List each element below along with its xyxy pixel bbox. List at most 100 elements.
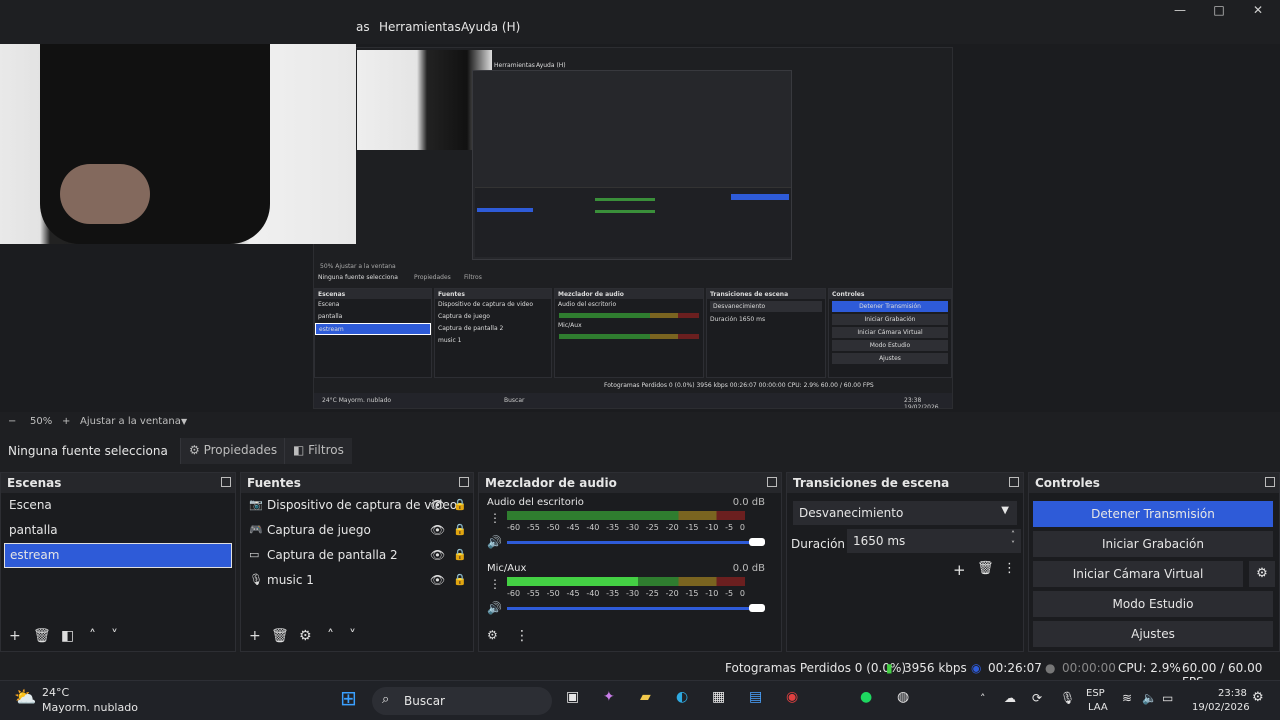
- add-transition-icon[interactable]: +: [953, 561, 966, 579]
- preview-canvas[interactable]: Herramientas Ayuda (H) 50% Ajustar a la …: [0, 44, 1280, 412]
- eye-icon[interactable]: 👁: [430, 573, 445, 587]
- settings-button[interactable]: Ajustes: [1033, 621, 1273, 647]
- lock-icon[interactable]: 🔒: [453, 498, 467, 511]
- menu-item-partial[interactable]: as: [356, 20, 370, 34]
- source-item[interactable]: 📷 Dispositivo de captura de video 👁 🔒: [241, 493, 473, 518]
- scene-item-estream[interactable]: estream: [4, 543, 232, 568]
- minimize-button[interactable]: —: [1162, 2, 1198, 18]
- speaker-icon[interactable]: 🔊: [487, 535, 502, 549]
- weather-temp[interactable]: 24°C: [42, 686, 69, 699]
- lock-icon[interactable]: 🔒: [453, 573, 467, 586]
- signal-icon: ▮: [886, 661, 893, 675]
- undock-icon[interactable]: [767, 477, 777, 487]
- scene-item-escena[interactable]: Escena: [1, 493, 235, 518]
- stop-streaming-button[interactable]: Detener Transmisión: [1033, 501, 1273, 527]
- cloud-icon[interactable]: ☁: [1004, 691, 1016, 705]
- undock-icon[interactable]: [1265, 477, 1275, 487]
- eye-icon[interactable]: 👁: [430, 548, 445, 562]
- undock-icon[interactable]: [459, 477, 469, 487]
- meter-tick-label: 0: [739, 589, 745, 598]
- move-down-icon[interactable]: ˅: [111, 628, 118, 644]
- lock-icon[interactable]: 🔒: [453, 523, 467, 536]
- audio-settings-icon[interactable]: ⚙: [487, 628, 498, 642]
- wifi-icon[interactable]: ≋: [1122, 691, 1132, 705]
- eye-icon[interactable]: 👁: [430, 523, 445, 537]
- add-source-icon[interactable]: +: [249, 628, 261, 644]
- menu-item-ayuda[interactable]: Ayuda (H): [461, 20, 520, 34]
- meter-tick-label: -40: [586, 523, 600, 532]
- close-button[interactable]: ✕: [1240, 2, 1276, 18]
- store-icon[interactable]: ▦: [712, 689, 725, 705]
- search-label: Buscar: [404, 694, 445, 708]
- volume-knob[interactable]: [749, 538, 765, 546]
- more-icon[interactable]: ⋮: [1003, 561, 1016, 576]
- language-layout[interactable]: LAA: [1088, 702, 1108, 713]
- fit-to-window[interactable]: Ajustar a la ventana: [80, 416, 181, 427]
- gear-icon[interactable]: ⚙: [299, 628, 312, 644]
- notification-icon[interactable]: ⚙: [1252, 690, 1264, 705]
- scene-item-pantalla[interactable]: pantalla: [1, 518, 235, 543]
- weather-desc[interactable]: Mayorm. nublado: [42, 701, 138, 714]
- gear-icon: ⚙: [189, 443, 200, 457]
- move-up-icon[interactable]: ˄: [327, 628, 334, 644]
- trash-icon[interactable]: 🗑: [33, 628, 51, 644]
- zoom-out-button[interactable]: −: [8, 416, 16, 427]
- move-down-icon[interactable]: ˅: [349, 628, 356, 644]
- scene-filter-icon[interactable]: ◧: [61, 628, 74, 644]
- volume-slider[interactable]: [507, 604, 765, 612]
- file-explorer-icon[interactable]: ▰: [640, 689, 651, 705]
- start-recording-button[interactable]: Iniciar Grabación: [1033, 531, 1273, 557]
- obs-icon[interactable]: ◍: [897, 689, 909, 705]
- move-up-icon[interactable]: ˄: [89, 628, 96, 644]
- language-code[interactable]: ESP: [1086, 688, 1105, 699]
- weather-icon[interactable]: ⛅: [14, 687, 36, 708]
- virtual-camera-gear-icon[interactable]: ⚙: [1249, 561, 1275, 587]
- volume-icon[interactable]: 🔈: [1142, 691, 1157, 705]
- trash-icon[interactable]: 🗑: [271, 628, 289, 644]
- spinner-icon[interactable]: ˄ ˅: [1011, 530, 1015, 550]
- spotify-icon[interactable]: ●: [860, 689, 872, 705]
- task-view-icon[interactable]: ▣: [566, 689, 579, 705]
- studio-mode-button[interactable]: Modo Estudio: [1033, 591, 1273, 617]
- clock-date[interactable]: 19/02/2026: [1192, 702, 1250, 713]
- eye-icon[interactable]: 👁: [430, 498, 445, 512]
- start-virtual-camera-button[interactable]: Iniciar Cámara Virtual: [1033, 561, 1243, 587]
- clock-time[interactable]: 23:38: [1218, 688, 1247, 699]
- volume-slider[interactable]: [507, 538, 765, 546]
- chevron-up-icon[interactable]: ˄: [980, 692, 986, 705]
- source-item[interactable]: ▭ Captura de pantalla 2 👁 🔒: [241, 543, 473, 568]
- speaker-icon[interactable]: 🔊: [487, 601, 502, 615]
- undock-icon[interactable]: [221, 477, 231, 487]
- zoom-in-button[interactable]: +: [62, 416, 70, 427]
- trash-icon[interactable]: 🗑: [977, 561, 994, 576]
- menu-item-herramientas[interactable]: Herramientas: [379, 20, 461, 34]
- windows-start-icon[interactable]: ⊞: [340, 686, 357, 710]
- duration-field[interactable]: 1650 ms ˄ ˅: [847, 529, 1021, 553]
- edge-icon[interactable]: ◐: [676, 689, 688, 705]
- add-scene-icon[interactable]: +: [9, 628, 21, 644]
- undock-icon[interactable]: [1009, 477, 1019, 487]
- maximize-button[interactable]: □: [1201, 2, 1237, 18]
- zoom-dropdown-icon[interactable]: ▼: [181, 417, 187, 426]
- chrome-icon[interactable]: ◉: [786, 689, 798, 705]
- copilot-icon[interactable]: ✦: [603, 689, 615, 705]
- more-icon[interactable]: ⋮: [489, 577, 501, 591]
- lock-icon[interactable]: 🔒: [453, 548, 467, 561]
- taskbar-search[interactable]: ⌕ Buscar: [372, 687, 552, 715]
- filters-button[interactable]: ◧ Filtros: [284, 438, 352, 464]
- volume-knob[interactable]: [749, 604, 765, 612]
- source-item[interactable]: 🎮 Captura de juego 👁 🔒: [241, 518, 473, 543]
- more-icon[interactable]: ⋮: [489, 511, 501, 525]
- properties-button[interactable]: ⚙ Propiedades: [180, 438, 286, 464]
- meter-tick-label: -35: [606, 589, 620, 598]
- sync-icon[interactable]: ⟳: [1032, 691, 1042, 705]
- source-item[interactable]: 🎙 music 1 👁 🔒: [241, 568, 473, 593]
- source-toolbar: Ninguna fuente selecciona ⚙ Propiedades …: [0, 436, 1280, 466]
- more-icon[interactable]: ⋮: [515, 628, 529, 644]
- record-time: 00:00:00: [1062, 661, 1116, 675]
- transition-select[interactable]: Desvanecimiento ▼: [793, 501, 1017, 525]
- battery-icon[interactable]: ▭: [1162, 691, 1173, 705]
- app-icon[interactable]: ▤: [749, 689, 762, 705]
- microphone-icon[interactable]: 🎙: [1060, 691, 1075, 705]
- cpu-usage: CPU: 2.9%: [1118, 661, 1181, 675]
